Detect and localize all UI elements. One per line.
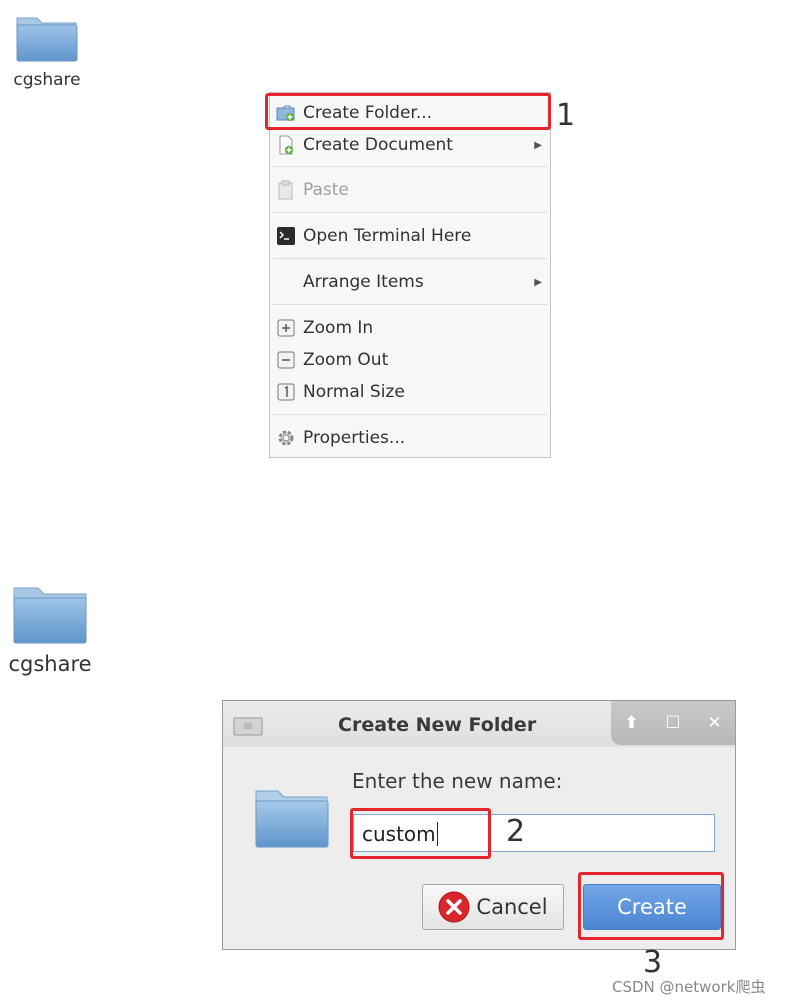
dialog-titlebar[interactable]: Create New Folder ⬆ ☐ ✕: [223, 701, 735, 747]
zoom-in-icon: [275, 317, 297, 339]
menu-item-paste[interactable]: Paste: [270, 175, 550, 205]
roll-up-icon[interactable]: ⬆: [624, 713, 638, 733]
folder-icon: [16, 17, 78, 62]
highlight-create-folder: [265, 93, 551, 130]
zoom-out-icon: [275, 349, 297, 371]
step-number-2: 2: [506, 814, 526, 849]
menu-separator: [273, 304, 547, 305]
menu-separator: [273, 258, 547, 259]
menu-item-label: Paste: [303, 180, 349, 200]
cancel-label: Cancel: [476, 895, 548, 919]
folder-icon: [13, 587, 87, 644]
zoom-normal-icon: [275, 381, 297, 403]
menu-item-label: Zoom Out: [303, 350, 389, 370]
window-controls: ⬆ ☐ ✕: [611, 701, 735, 745]
watermark: CSDN @network爬虫: [612, 978, 766, 996]
document-new-icon: [275, 134, 297, 156]
menu-item-label: Properties...: [303, 428, 406, 448]
dialog-title: Create New Folder: [338, 714, 537, 736]
blank-icon-slot: [275, 271, 297, 293]
submenu-arrow-icon: ▶: [534, 139, 542, 151]
highlight-create-button: [578, 872, 724, 940]
submenu-arrow-icon: ▶: [534, 276, 542, 288]
step-number-1: 1: [556, 98, 576, 133]
dialog-prompt: Enter the new name:: [352, 769, 563, 793]
maximize-icon[interactable]: ☐: [665, 713, 680, 733]
desktop-folder-label: cgshare: [8, 652, 92, 676]
menu-item-create-document[interactable]: Create Document ▶: [270, 130, 550, 160]
menu-separator: [273, 166, 547, 167]
menu-item-properties[interactable]: Properties...: [270, 423, 550, 453]
desktop-folder-cgshare[interactable]: cgshare: [4, 580, 96, 676]
menu-separator: [273, 212, 547, 213]
folder-icon: [255, 790, 329, 848]
highlight-name-input: [350, 808, 491, 859]
close-icon[interactable]: ✕: [707, 713, 721, 733]
paste-icon: [275, 179, 297, 201]
menu-item-normal-size[interactable]: Normal Size: [270, 377, 550, 407]
menu-item-label: Normal Size: [303, 382, 405, 402]
menu-item-label: Open Terminal Here: [303, 226, 472, 246]
menu-item-label: Create Document: [303, 135, 453, 155]
cancel-icon: [438, 891, 470, 923]
window-folder-icon: [233, 717, 263, 736]
menu-item-label: Arrange Items: [303, 272, 424, 292]
gear-icon: [275, 427, 297, 449]
step-number-3: 3: [643, 945, 663, 980]
menu-item-label: Zoom In: [303, 318, 374, 338]
desktop-folder-label: cgshare: [13, 70, 81, 90]
menu-item-arrange-items[interactable]: Arrange Items ▶: [270, 267, 550, 297]
menu-item-open-terminal[interactable]: Open Terminal Here: [270, 221, 550, 251]
desktop-folder-cgshare[interactable]: cgshare: [6, 10, 88, 90]
cancel-button[interactable]: Cancel: [422, 884, 564, 930]
menu-item-zoom-in[interactable]: Zoom In: [270, 313, 550, 343]
desktop-context-menu: Create Folder... Create Document ▶ Paste…: [269, 92, 551, 458]
menu-item-zoom-out[interactable]: Zoom Out: [270, 345, 550, 375]
terminal-icon: [275, 225, 297, 247]
menu-separator: [273, 414, 547, 415]
